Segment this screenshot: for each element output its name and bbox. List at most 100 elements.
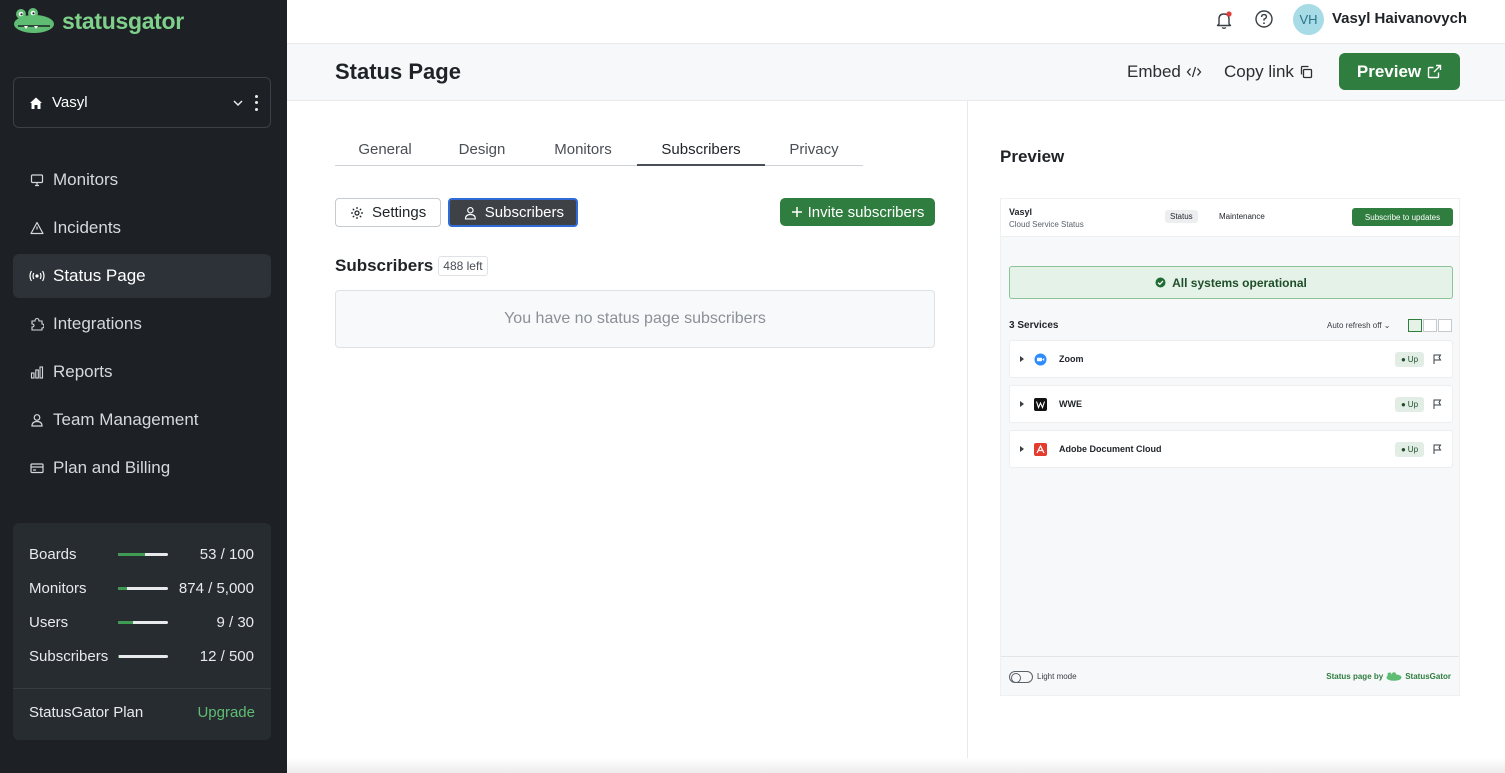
user-name[interactable]: Vasyl Haivanovych xyxy=(1332,10,1467,27)
user-icon xyxy=(464,206,476,219)
expand-caret-icon[interactable] xyxy=(1020,356,1024,362)
preview-tab-maintenance[interactable]: Maintenance xyxy=(1214,210,1270,223)
sidebar-item-label: Reports xyxy=(53,362,113,381)
chevron-down-icon[interactable] xyxy=(232,97,244,109)
upgrade-link[interactable]: Upgrade xyxy=(197,704,255,721)
avatar[interactable]: VH xyxy=(1293,4,1324,35)
status-badge-label: Up xyxy=(1407,400,1419,409)
warning-icon xyxy=(29,220,45,236)
flag-icon[interactable] xyxy=(1433,399,1442,409)
preview-org-name: Vasyl xyxy=(1009,207,1033,217)
usage-bar xyxy=(118,654,168,658)
usage-bar-fill xyxy=(118,586,127,590)
sidebar-item-label: Team Management xyxy=(53,410,199,429)
settings-subtab-label: Settings xyxy=(372,204,427,221)
usage-value: 9 / 30 xyxy=(216,613,254,631)
usage-label: Users xyxy=(29,613,69,631)
service-row[interactable]: Adobe Document Cloud ● Up xyxy=(1009,430,1453,468)
page-title: Status Page xyxy=(335,59,461,84)
tab-privacy[interactable]: Privacy xyxy=(765,137,863,166)
preview-panel-title: Preview xyxy=(1000,147,1065,166)
credit-card-icon xyxy=(29,460,45,476)
sidebar-item-reports[interactable]: Reports xyxy=(13,350,271,394)
usage-value: 53 / 100 xyxy=(199,545,254,563)
service-row[interactable]: WWE ● Up xyxy=(1009,385,1453,423)
subscribers-heading: Subscribers 488 left xyxy=(335,256,488,276)
embed-link[interactable]: Embed xyxy=(1127,62,1202,82)
sidebar: statusgator Vasyl Monitors Incidents Sta… xyxy=(0,0,287,773)
service-row[interactable]: Zoom ● Up xyxy=(1009,340,1453,378)
page-header: Status Page Embed Copy link Preview xyxy=(287,44,1505,101)
usage-bar-fill xyxy=(118,620,133,624)
flag-icon[interactable] xyxy=(1433,354,1442,364)
subscribers-subtab-button[interactable]: Subscribers xyxy=(448,198,578,227)
bar-chart-icon xyxy=(29,364,45,380)
sidebar-item-incidents[interactable]: Incidents xyxy=(13,206,271,250)
embed-label: Embed xyxy=(1127,62,1181,81)
usage-value: 12 / 500 xyxy=(199,647,254,665)
powered-by[interactable]: Status page by StatusGator xyxy=(1326,672,1451,681)
gator-logo-icon xyxy=(1386,672,1402,681)
help-icon[interactable] xyxy=(1254,9,1274,29)
sidebar-item-monitors[interactable]: Monitors xyxy=(13,158,271,202)
sidebar-item-label: Monitors xyxy=(53,170,119,189)
expand-caret-icon[interactable] xyxy=(1020,446,1024,452)
settings-tabs: General Design Monitors Subscribers Priv… xyxy=(335,137,863,166)
notification-bell-icon[interactable] xyxy=(1214,10,1234,30)
sidebar-item-label: Incidents xyxy=(53,218,122,237)
preview-tab-status[interactable]: Status xyxy=(1165,210,1198,223)
preview-footer: Light mode Status page by StatusGator xyxy=(1001,656,1459,696)
tab-monitors[interactable]: Monitors xyxy=(529,137,637,166)
status-badge: ● Up xyxy=(1395,397,1424,412)
grid-view-icon[interactable] xyxy=(1438,319,1452,332)
preview-subscribe-button[interactable]: Subscribe to updates xyxy=(1352,208,1453,226)
usage-row-boards: Boards 53 / 100 xyxy=(29,544,254,564)
sidebar-item-status-page[interactable]: Status Page xyxy=(13,254,271,298)
usage-row-monitors: Monitors 874 / 5,000 xyxy=(29,578,254,598)
subscribers-left-badge: 488 left xyxy=(438,256,488,276)
list-view-icon[interactable] xyxy=(1408,319,1422,332)
status-badge-label: Up xyxy=(1407,445,1419,454)
preview-button[interactable]: Preview xyxy=(1339,53,1460,90)
light-mode-toggle[interactable] xyxy=(1009,671,1033,683)
plus-icon xyxy=(791,207,802,217)
usage-bar xyxy=(118,620,168,624)
status-badge-label: Up xyxy=(1407,355,1419,364)
usage-panel: Boards 53 / 100 Monitors 874 / 5,000 Use… xyxy=(13,523,271,740)
usage-value: 874 / 5,000 xyxy=(178,579,254,597)
status-badge: ● Up xyxy=(1395,442,1424,457)
sidebar-item-plan-and-billing[interactable]: Plan and Billing xyxy=(13,446,271,490)
usage-label: Boards xyxy=(29,545,77,563)
gear-icon xyxy=(351,206,363,219)
chevron-down-icon: ⌄ xyxy=(1383,321,1391,330)
settings-subtab-button[interactable]: Settings xyxy=(335,198,441,227)
broadcast-icon xyxy=(29,268,45,284)
preview-status-banner: All systems operational xyxy=(1009,266,1453,299)
usage-bar xyxy=(118,586,168,590)
compact-view-icon[interactable] xyxy=(1423,319,1437,332)
sidebar-item-team-management[interactable]: Team Management xyxy=(13,398,271,442)
sidebar-item-label: Integrations xyxy=(53,314,142,333)
organization-selector[interactable]: Vasyl xyxy=(13,77,271,128)
organization-name: Vasyl xyxy=(52,94,88,111)
statusgator-logo[interactable]: statusgator xyxy=(12,4,184,38)
sidebar-item-integrations[interactable]: Integrations xyxy=(13,302,271,346)
preview-auto-refresh[interactable]: Auto refresh off ⌄ xyxy=(1327,321,1391,330)
tab-subscribers[interactable]: Subscribers xyxy=(637,137,765,166)
usage-label: Monitors xyxy=(29,579,87,597)
logo-text: statusgator xyxy=(62,7,184,34)
bottom-edge xyxy=(287,758,1505,773)
puzzle-icon xyxy=(29,316,45,332)
flag-icon[interactable] xyxy=(1433,444,1442,454)
service-name: Zoom xyxy=(1059,354,1084,364)
more-options-icon[interactable] xyxy=(254,94,258,111)
tab-design[interactable]: Design xyxy=(435,137,529,166)
usage-row-users: Users 9 / 30 xyxy=(29,612,254,632)
brand-name: StatusGator xyxy=(1405,672,1451,681)
tab-general[interactable]: General xyxy=(335,137,435,166)
invite-subscribers-button[interactable]: Invite subscribers xyxy=(780,198,935,226)
gator-logo-icon xyxy=(14,8,54,33)
expand-caret-icon[interactable] xyxy=(1020,401,1024,407)
status-badge: ● Up xyxy=(1395,352,1424,367)
copy-link-button[interactable]: Copy link xyxy=(1224,62,1313,82)
